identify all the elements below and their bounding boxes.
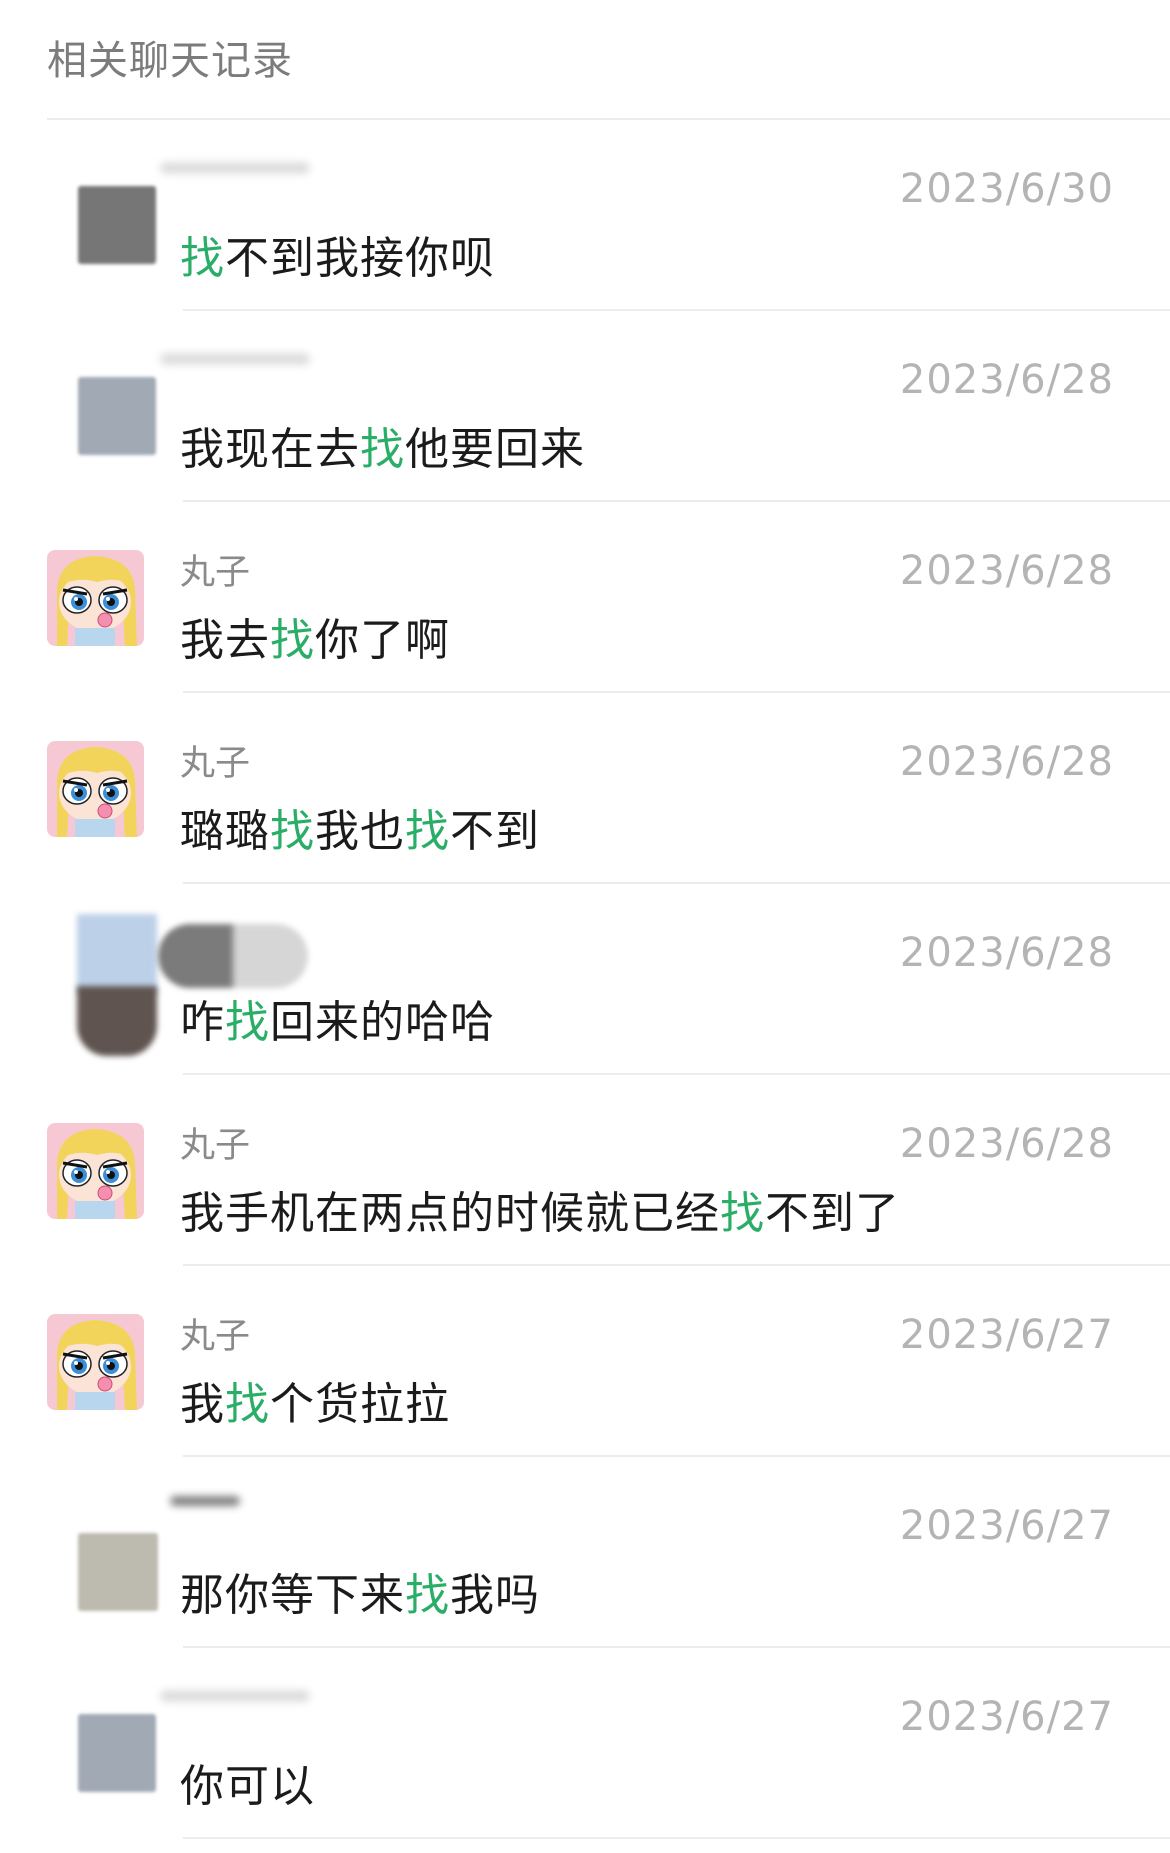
message-date: 2023/6/28 (899, 357, 1114, 403)
message-date: 2023/6/30 (899, 166, 1114, 212)
message-text: 我找个货拉拉 (180, 1368, 450, 1432)
message-result-item[interactable]: 丸子 2023/6/28 璐璐找我也找不到 (0, 693, 1170, 884)
search-keyword-highlight: 找 (270, 615, 315, 666)
sender-name: 丸子 (180, 1126, 251, 1166)
message-text-segment: 我也 (315, 806, 405, 857)
search-keyword-highlight: 找 (225, 1379, 270, 1430)
search-keyword-highlight: 找 (180, 233, 225, 284)
message-result-item[interactable]: 2023/6/28 咋找回来的哈哈 (0, 884, 1170, 1075)
search-keyword-highlight: 找 (405, 806, 450, 857)
page-title: 相关聊天记录 (47, 38, 293, 84)
search-keyword-highlight: 找 (360, 424, 405, 475)
chat-history-search-page: 相关聊天记录 2023/6/30 找不到我接你呗 2023/6/28 我现在去找他要回… (0, 0, 1170, 1853)
message-result-item[interactable]: 2023/6/28 我现在去找他要回来 (0, 311, 1170, 502)
message-text-segment: 我 (180, 1379, 225, 1430)
sender-name: 丸子 (180, 744, 251, 784)
redacted-sender-name (160, 162, 310, 174)
message-text: 我手机在两点的时候就已经找不到了 (180, 1177, 900, 1241)
message-result-item[interactable]: 丸子 2023/6/27 我找个货拉拉 (0, 1266, 1170, 1457)
message-result-item[interactable]: 2023/6/30 找不到我接你呗 (0, 120, 1170, 311)
message-text: 找不到我接你呗 (180, 222, 495, 286)
message-date: 2023/6/28 (899, 930, 1114, 976)
message-text-segment: 他要回来 (405, 424, 585, 475)
message-date: 2023/6/28 (899, 548, 1114, 594)
search-keyword-highlight: 找 (270, 806, 315, 857)
message-result-item[interactable]: 2023/6/27 你可以 (0, 1648, 1170, 1839)
message-text: 那你等下来找我吗 (180, 1559, 540, 1623)
message-result-item[interactable]: 丸子 2023/6/28 我去找你了啊 (0, 502, 1170, 693)
search-keyword-highlight: 找 (225, 997, 270, 1048)
message-text: 我现在去找他要回来 (180, 413, 585, 477)
avatar (47, 550, 144, 646)
message-text-segment: 你可以 (180, 1761, 315, 1812)
message-text: 咋找回来的哈哈 (180, 986, 495, 1050)
avatar (47, 1123, 144, 1219)
redacted-sender-name (170, 1496, 240, 1506)
sender-name: 丸子 (180, 1317, 251, 1357)
message-text-segment: 不到 (450, 806, 540, 857)
message-text-segment: 个货拉拉 (270, 1379, 450, 1430)
row-divider (183, 1837, 1170, 1839)
message-result-item[interactable]: 丸子 2023/6/28 我手机在两点的时候就已经找不到了 (0, 1075, 1170, 1266)
message-text-segment: 不到了 (765, 1188, 900, 1239)
message-text: 璐璐找我也找不到 (180, 795, 540, 859)
search-keyword-highlight: 找 (720, 1188, 765, 1239)
message-text-segment: 我去 (180, 615, 270, 666)
message-text-segment: 不到我接你呗 (225, 233, 495, 284)
avatar (47, 168, 156, 264)
message-text-segment: 你了啊 (315, 615, 450, 666)
redacted-sender-name (158, 924, 308, 988)
avatar (47, 1314, 144, 1410)
message-result-list[interactable]: 2023/6/30 找不到我接你呗 2023/6/28 我现在去找他要回来 丸子 202… (0, 120, 1170, 1839)
message-date: 2023/6/28 (899, 739, 1114, 785)
message-result-item[interactable]: 2023/6/27 那你等下来找我吗 (0, 1457, 1170, 1648)
avatar (47, 741, 144, 837)
avatar (47, 1505, 158, 1611)
message-text: 你可以 (180, 1750, 315, 1814)
message-text-segment: 璐璐 (180, 806, 270, 857)
message-date: 2023/6/27 (899, 1503, 1114, 1549)
message-date: 2023/6/27 (899, 1694, 1114, 1740)
message-text-segment: 我吗 (450, 1570, 540, 1621)
message-text-segment: 我手机在两点的时候就已经 (180, 1188, 720, 1239)
avatar (47, 359, 156, 455)
redacted-sender-name (160, 353, 310, 365)
search-keyword-highlight: 找 (405, 1570, 450, 1621)
message-text-segment: 那你等下来 (180, 1570, 405, 1621)
message-date: 2023/6/28 (899, 1121, 1114, 1167)
message-text-segment: 咋 (180, 997, 225, 1048)
message-text: 我去找你了啊 (180, 604, 450, 668)
avatar (47, 914, 157, 1064)
avatar (47, 1696, 156, 1792)
redacted-sender-name (160, 1690, 310, 1702)
message-date: 2023/6/27 (899, 1312, 1114, 1358)
message-text-segment: 我现在去 (180, 424, 360, 475)
message-text-segment: 回来的哈哈 (270, 997, 495, 1048)
sender-name: 丸子 (180, 553, 251, 593)
